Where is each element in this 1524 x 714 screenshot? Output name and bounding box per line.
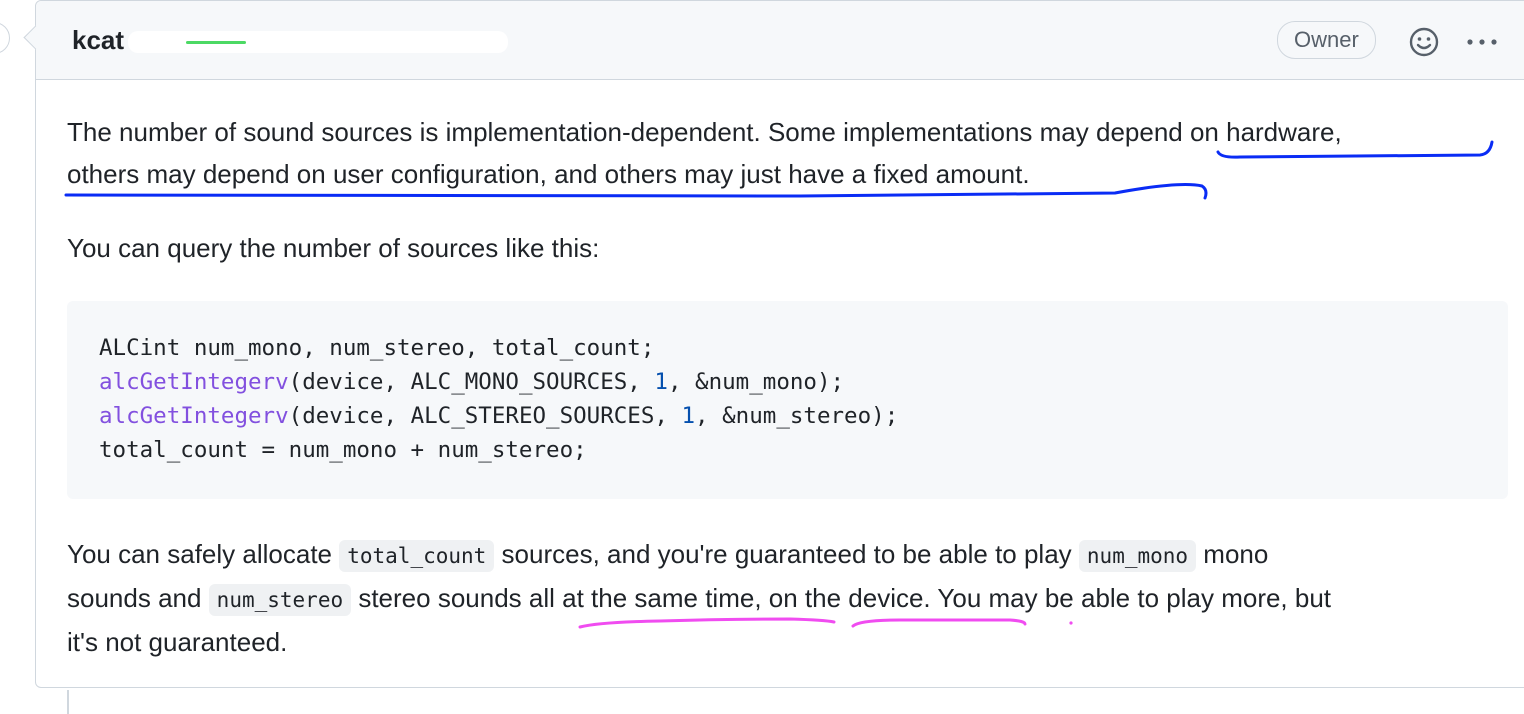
paragraph-1-line-b: others may depend on user configuration,… <box>67 159 1030 189</box>
comment-body: The number of sound sources is implement… <box>67 111 1507 269</box>
paragraph-1: The number of sound sources is implement… <box>67 111 1507 195</box>
comment-author[interactable]: kcat <box>72 25 124 56</box>
text-segment: sources, and you're guaranteed to be abl… <box>494 539 1079 569</box>
inline-code-total-count: total_count <box>339 540 495 572</box>
code-number: 1 <box>681 403 696 429</box>
smiley-icon[interactable] <box>1409 27 1439 57</box>
inline-code-num-mono: num_mono <box>1078 540 1197 572</box>
timeline-line <box>67 690 69 714</box>
text-segment: You can safely allocate <box>67 539 340 569</box>
code-number: 1 <box>654 369 668 395</box>
code-function: alcGetIntegerv <box>99 403 289 429</box>
code-block[interactable]: ALCint num_mono, num_stereo, total_count… <box>67 301 1508 499</box>
paragraph-3: You can safely allocate total_count sour… <box>67 533 1507 663</box>
code-text: (device, ALC_MONO_SOURCES, <box>288 369 655 395</box>
author-avatar[interactable] <box>0 22 10 54</box>
owner-badge: Owner <box>1277 21 1376 59</box>
code-text: (device, ALC_STEREO_SOURCES, <box>288 403 682 429</box>
text-segment: stereo sounds all at the same time, on t… <box>351 583 1332 613</box>
redacted-metadata <box>128 31 508 53</box>
code-line-4: total_count = num_mono + num_stereo; <box>99 433 1476 467</box>
text-segment: it's not guaranteed. <box>67 627 288 657</box>
redaction-mark <box>186 41 246 44</box>
comment-header: kcat Owner <box>23 1 1524 80</box>
comment-caret <box>23 25 48 50</box>
code-line-1: ALCint num_mono, num_stereo, total_count… <box>99 331 1476 365</box>
text-segment: mono <box>1196 539 1269 569</box>
comment-box: kcat Owner The number of sound sources i… <box>23 0 1524 688</box>
code-text: , &num_stereo); <box>695 403 899 429</box>
code-text: total_count = num_mono + num_stereo; <box>99 437 587 463</box>
code-text: , &num_mono); <box>667 369 845 395</box>
text-segment: sounds and <box>67 583 209 613</box>
kebab-icon[interactable] <box>1464 31 1500 53</box>
code-function: alcGetIntegerv <box>99 369 289 395</box>
code-line-3: alcGetIntegerv(device, ALC_STEREO_SOURCE… <box>99 399 1476 433</box>
code-text: ALCint num_mono, num_stereo, total_count… <box>99 335 655 361</box>
paragraph-1-line-a: The number of sound sources is implement… <box>67 117 1342 147</box>
code-line-2: alcGetIntegerv(device, ALC_MONO_SOURCES,… <box>99 365 1476 399</box>
inline-code-num-stereo: num_stereo <box>208 584 352 616</box>
paragraph-2: You can query the number of sources like… <box>67 233 600 263</box>
